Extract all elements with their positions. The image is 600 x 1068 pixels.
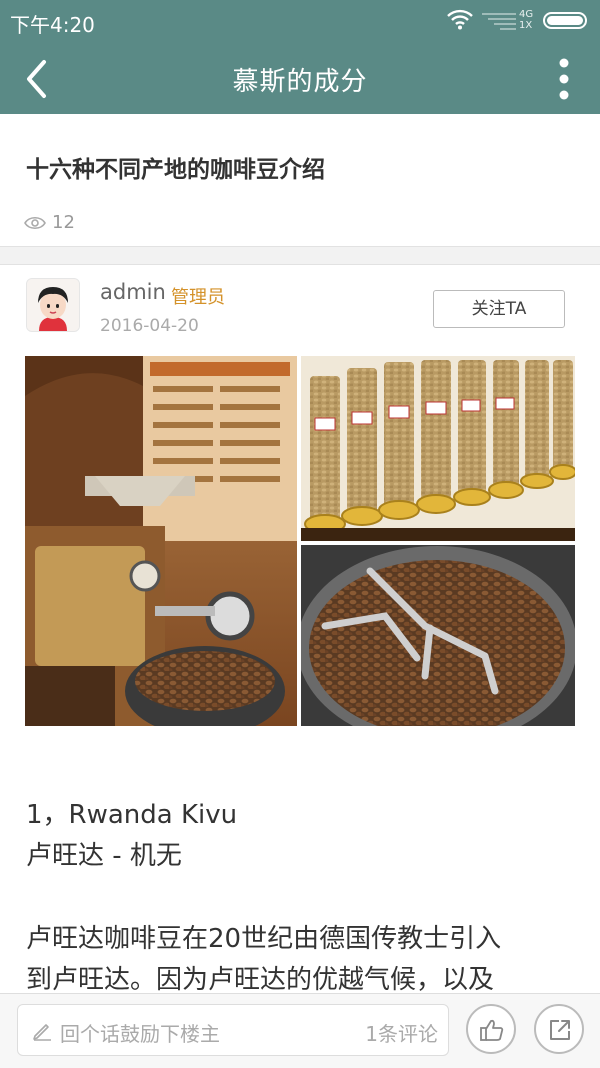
coffee-roasting-photo bbox=[25, 356, 575, 726]
bottom-action-bar: 回个话鼓励下楼主 1条评论 bbox=[0, 993, 600, 1068]
share-button[interactable] bbox=[534, 1004, 584, 1054]
avatar[interactable] bbox=[26, 278, 80, 332]
share-icon bbox=[550, 1020, 570, 1040]
network-type: 4G bbox=[519, 9, 534, 20]
sim-label: 1X bbox=[519, 20, 533, 31]
like-button[interactable] bbox=[466, 1004, 516, 1054]
page-title: 慕斯的成分 bbox=[232, 67, 368, 97]
content-line: 卢旺达咖啡豆在20世纪由德国传教士引入 bbox=[26, 924, 502, 954]
status-bar: 下午4:20 4G 1X bbox=[0, 0, 600, 44]
author-name[interactable]: admin bbox=[100, 280, 166, 304]
pen-icon bbox=[33, 1024, 51, 1041]
more-vertical-icon[interactable] bbox=[552, 58, 576, 102]
network-indicator: 4G 1X bbox=[519, 9, 533, 31]
signal-icon bbox=[482, 13, 516, 30]
content-line: 到卢旺达。因为卢旺达的优越气候，以及 bbox=[26, 965, 495, 995]
article-image[interactable] bbox=[25, 356, 575, 726]
content-line: 卢旺达 - 机无 bbox=[26, 841, 182, 871]
eye-icon bbox=[24, 216, 46, 230]
content-line: 1，Rwanda Kivu bbox=[26, 800, 238, 830]
author-role-badge: 管理员 bbox=[171, 287, 225, 308]
app-bar: 慕斯的成分 bbox=[0, 44, 600, 114]
thumbs-up-icon bbox=[480, 1019, 504, 1041]
section-divider bbox=[0, 246, 600, 265]
wifi-icon bbox=[447, 9, 473, 30]
comment-input[interactable]: 回个话鼓励下楼主 1条评论 bbox=[17, 1004, 449, 1056]
cartoon-avatar-icon bbox=[27, 279, 79, 331]
status-time: 下午4:20 bbox=[10, 13, 95, 37]
comment-placeholder: 回个话鼓励下楼主 bbox=[60, 1022, 220, 1046]
battery-icon bbox=[543, 12, 587, 29]
post-date: 2016-04-20 bbox=[100, 316, 199, 336]
comment-count[interactable]: 1条评论 bbox=[365, 1018, 438, 1047]
follow-button[interactable]: 关注TA bbox=[433, 290, 565, 328]
view-count-value: 12 bbox=[52, 212, 75, 233]
article-title: 十六种不同产地的咖啡豆介绍 bbox=[26, 157, 325, 183]
